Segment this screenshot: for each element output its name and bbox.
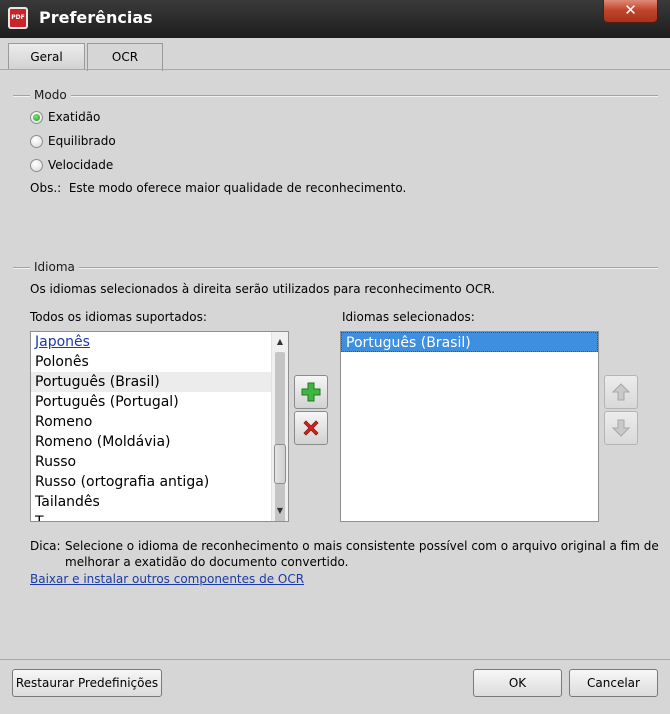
cancel-button[interactable]: Cancelar [569, 669, 658, 697]
tip-line-2: melhorar a exatidão do documento convert… [65, 555, 349, 569]
tip-line-1: Selecione o idioma de reconhecimento o m… [65, 539, 659, 553]
list-item[interactable]: Russo (ortografia antiga) [31, 472, 288, 492]
radio-velocidade-label: Velocidade [48, 158, 114, 172]
all-languages-label: Todos os idiomas suportados: [30, 310, 207, 324]
tab-geral[interactable]: Geral [8, 43, 85, 70]
radio-unchecked-icon [30, 134, 43, 148]
scroll-up-arrow-icon[interactable]: ▲ [272, 334, 288, 350]
language-group-divider [13, 267, 658, 268]
radio-unchecked-icon [30, 158, 43, 172]
selected-languages-label: Idiomas selecionados: [342, 310, 475, 324]
preferences-window: PDF Preferências ✕ Geral OCR Modo Exatid… [0, 0, 670, 714]
plus-icon [301, 382, 321, 402]
radio-checked-icon [30, 110, 43, 124]
window-title: Preferências [39, 8, 153, 27]
list-item[interactable]: Romeno [31, 412, 288, 432]
language-description: Os idiomas selecionados à direita serão … [30, 282, 495, 296]
mode-note-text: Este modo oferece maior qualidade de rec… [68, 181, 407, 195]
scroll-track [275, 352, 285, 521]
mode-group-label: Modo [30, 88, 71, 102]
move-down-button[interactable] [604, 411, 638, 445]
restore-defaults-button[interactable]: Restaurar Predefinições [12, 669, 162, 697]
ok-button[interactable]: OK [473, 669, 562, 697]
radio-equilibrado-label: Equilibrado [48, 134, 116, 148]
list-item[interactable]: Romeno (Moldávia) [31, 432, 288, 452]
radio-exatidao[interactable]: Exatidão [30, 109, 100, 125]
mode-group-divider [13, 95, 658, 96]
scroll-down-arrow-icon[interactable]: ▼ [272, 503, 288, 519]
arrow-down-icon [611, 419, 631, 437]
selected-languages-list[interactable]: Português (Brasil) [340, 331, 599, 522]
list-item[interactable]: Português (Portugal) [31, 392, 288, 412]
mode-note-prefix: Obs.: [30, 181, 62, 195]
radio-exatidao-label: Exatidão [48, 110, 101, 124]
radio-equilibrado[interactable]: Equilibrado [30, 133, 116, 149]
add-language-button[interactable] [294, 375, 328, 409]
close-icon: ✕ [624, 1, 637, 19]
dialog-footer: Restaurar Predefinições OK Cancelar [0, 659, 670, 714]
ocr-tab-panel: Modo Exatidão Equilibrado Velocidade Obs… [0, 69, 670, 659]
scroll-thumb[interactable] [274, 444, 286, 484]
close-button[interactable]: ✕ [603, 0, 658, 23]
remove-x-icon [303, 420, 319, 436]
list-item[interactable]: Português (Brasil) [341, 332, 598, 352]
language-group-label: Idioma [30, 260, 79, 274]
title-bar[interactable]: PDF Preferências ✕ [0, 0, 670, 38]
move-up-button[interactable] [604, 375, 638, 409]
tab-ocr[interactable]: OCR [87, 43, 163, 71]
list-item[interactable]: Português (Brasil) [31, 372, 288, 392]
list-item[interactable]: Japonês [31, 332, 288, 352]
radio-velocidade[interactable]: Velocidade [30, 157, 113, 173]
arrow-up-icon [611, 383, 631, 401]
vertical-scrollbar[interactable]: ▲ ▼ [271, 332, 288, 521]
download-ocr-components-link[interactable]: Baixar e instalar outros componentes de … [30, 572, 304, 586]
remove-language-button[interactable] [294, 411, 328, 445]
list-item[interactable]: Tailandês [31, 492, 288, 512]
pdf-app-icon: PDF [8, 7, 28, 29]
list-item[interactable]: Russo [31, 452, 288, 472]
tip-prefix: Dica: [30, 539, 61, 553]
mode-note: Obs.: Este modo oferece maior qualidade … [30, 181, 406, 195]
all-languages-list[interactable]: Japonês Polonês Português (Brasil) Portu… [30, 331, 289, 522]
list-item[interactable]: T [31, 512, 288, 521]
list-item[interactable]: Polonês [31, 352, 288, 372]
